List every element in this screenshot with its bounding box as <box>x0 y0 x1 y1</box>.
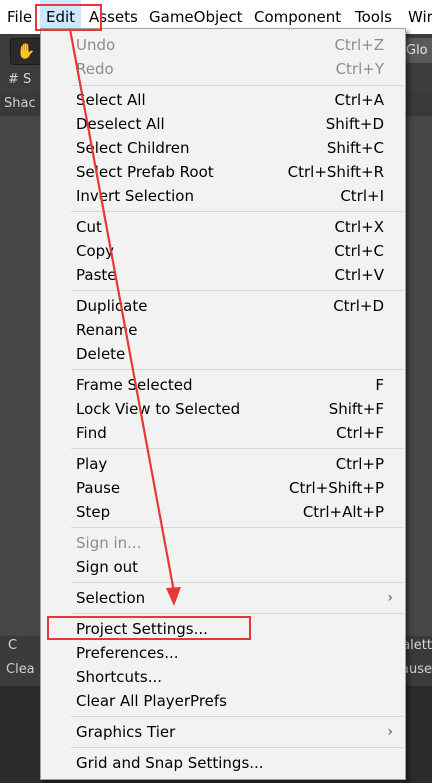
menu-item-label: Clear All PlayerPrefs <box>76 692 227 710</box>
menu-item-label: Copy <box>76 242 115 260</box>
menu-separator <box>71 448 403 449</box>
menu-separator <box>71 211 403 212</box>
menu-item-shortcut: Ctrl+F <box>336 424 384 442</box>
menu-item-paste[interactable]: Paste Ctrl+V <box>41 263 405 287</box>
menu-item-label: Undo <box>76 36 116 54</box>
menu-item-label: Grid and Snap Settings... <box>76 754 264 772</box>
menu-item-shortcut: Ctrl+Y <box>335 60 384 78</box>
scene-tab[interactable]: # S <box>8 72 31 87</box>
menu-item-label: Invert Selection <box>76 187 194 205</box>
chevron-right-icon: › <box>387 590 393 606</box>
menu-item-selection[interactable]: Selection › <box>41 586 405 610</box>
hand-icon: ✋ <box>16 42 36 60</box>
menu-item-shortcut: Shift+C <box>326 139 384 157</box>
menu-item-invert-selection[interactable]: Invert Selection Ctrl+I <box>41 184 405 208</box>
menu-item-label: Sign in... <box>76 534 142 552</box>
menu-item-label: Find <box>76 424 107 442</box>
menu-item-cut[interactable]: Cut Ctrl+X <box>41 215 405 239</box>
menu-item-copy[interactable]: Copy Ctrl+C <box>41 239 405 263</box>
menu-item-sign-in[interactable]: Sign in... <box>41 531 405 555</box>
hand-tool-button[interactable]: ✋ <box>10 38 42 65</box>
menu-item-shortcut: Ctrl+Shift+R <box>287 163 384 181</box>
menu-item-play[interactable]: Play Ctrl+P <box>41 452 405 476</box>
menu-item-label: Shortcuts... <box>76 668 163 686</box>
menu-separator <box>71 747 403 748</box>
menu-item-shortcut: Shift+D <box>325 115 384 133</box>
menu-item-shortcut: Shift+F <box>328 400 384 418</box>
menu-item-step[interactable]: Step Ctrl+Alt+P <box>41 500 405 524</box>
clear-button[interactable]: Clea <box>6 662 35 677</box>
menu-separator <box>71 369 403 370</box>
menu-item-shortcut: Ctrl+I <box>340 187 384 205</box>
shading-mode-dropdown[interactable]: Shac <box>4 96 36 111</box>
menu-item-label: Rename <box>76 321 138 339</box>
menu-item-shortcut: Ctrl+Alt+P <box>302 503 384 521</box>
menu-item-shortcut: Ctrl+C <box>334 242 384 260</box>
edit-dropdown-menu: Undo Ctrl+Z Redo Ctrl+Y Select All Ctrl+… <box>40 28 406 780</box>
menu-item-lock-view[interactable]: Lock View to Selected Shift+F <box>41 397 405 421</box>
menu-item-redo[interactable]: Redo Ctrl+Y <box>41 57 405 81</box>
menu-item-label: Graphics Tier <box>76 723 176 741</box>
menu-item-select-all[interactable]: Select All Ctrl+A <box>41 88 405 112</box>
menu-item-rename[interactable]: Rename <box>41 318 405 342</box>
menu-item-grid-snap-settings[interactable]: Grid and Snap Settings... <box>41 751 405 775</box>
menu-item-label: Step <box>76 503 111 521</box>
global-toggle-button[interactable]: Glo <box>402 38 432 63</box>
menu-item-label: Duplicate <box>76 297 148 315</box>
menu-item-undo[interactable]: Undo Ctrl+Z <box>41 33 405 57</box>
menu-item-label: Cut <box>76 218 102 236</box>
menu-separator <box>71 613 403 614</box>
menu-item-label: Sign out <box>76 558 139 576</box>
menu-item-shortcut: Ctrl+P <box>335 455 384 473</box>
menu-file[interactable]: File <box>7 0 32 34</box>
menu-item-preferences[interactable]: Preferences... <box>41 641 405 665</box>
palette-tab[interactable]: alett <box>402 638 432 653</box>
menu-item-shortcut: Ctrl+A <box>334 91 384 109</box>
menu-item-clear-playerprefs[interactable]: Clear All PlayerPrefs <box>41 689 405 713</box>
menu-item-label: Pause <box>76 479 121 497</box>
menu-item-shortcut: Ctrl+D <box>333 297 384 315</box>
menu-item-shortcut: Ctrl+X <box>334 218 384 236</box>
menu-item-shortcut: Ctrl+Z <box>334 36 384 54</box>
menu-item-select-prefab-root[interactable]: Select Prefab Root Ctrl+Shift+R <box>41 160 405 184</box>
project-settings-highlight-box <box>47 616 251 640</box>
edit-highlight-box <box>35 4 102 31</box>
menu-item-label: Preferences... <box>76 644 179 662</box>
menu-item-shortcut: Ctrl+V <box>334 266 384 284</box>
menu-item-label: Redo <box>76 60 114 78</box>
menu-separator <box>71 716 403 717</box>
menu-item-sign-out[interactable]: Sign out <box>41 555 405 579</box>
menu-item-label: Deselect All <box>76 115 165 133</box>
menu-item-label: Frame Selected <box>76 376 193 394</box>
menu-item-duplicate[interactable]: Duplicate Ctrl+D <box>41 294 405 318</box>
menu-item-delete[interactable]: Delete <box>41 342 405 366</box>
menu-item-shortcut: Ctrl+Shift+P <box>289 479 384 497</box>
menu-separator <box>71 290 403 291</box>
chevron-right-icon: › <box>387 724 393 740</box>
menu-item-select-children[interactable]: Select Children Shift+C <box>41 136 405 160</box>
menu-separator <box>71 85 403 86</box>
menu-item-label: Delete <box>76 345 126 363</box>
menu-item-deselect-all[interactable]: Deselect All Shift+D <box>41 112 405 136</box>
menu-item-label: Select Children <box>76 139 190 157</box>
menu-item-find[interactable]: Find Ctrl+F <box>41 421 405 445</box>
menu-item-graphics-tier[interactable]: Graphics Tier › <box>41 720 405 744</box>
menu-item-label: Lock View to Selected <box>76 400 241 418</box>
menu-item-label: Select Prefab Root <box>76 163 214 181</box>
menu-window[interactable]: Wir <box>408 0 432 34</box>
menu-separator <box>71 527 403 528</box>
menu-separator <box>71 582 403 583</box>
menu-item-label: Selection <box>76 589 146 607</box>
menu-item-label: Select All <box>76 91 146 109</box>
menu-item-shortcut: F <box>375 376 384 394</box>
menu-item-shortcuts[interactable]: Shortcuts... <box>41 665 405 689</box>
menu-item-frame-selected[interactable]: Frame Selected F <box>41 373 405 397</box>
console-tab[interactable]: C <box>8 638 17 653</box>
menu-item-label: Paste <box>76 266 117 284</box>
menu-item-label: Play <box>76 455 108 473</box>
menu-item-pause[interactable]: Pause Ctrl+Shift+P <box>41 476 405 500</box>
